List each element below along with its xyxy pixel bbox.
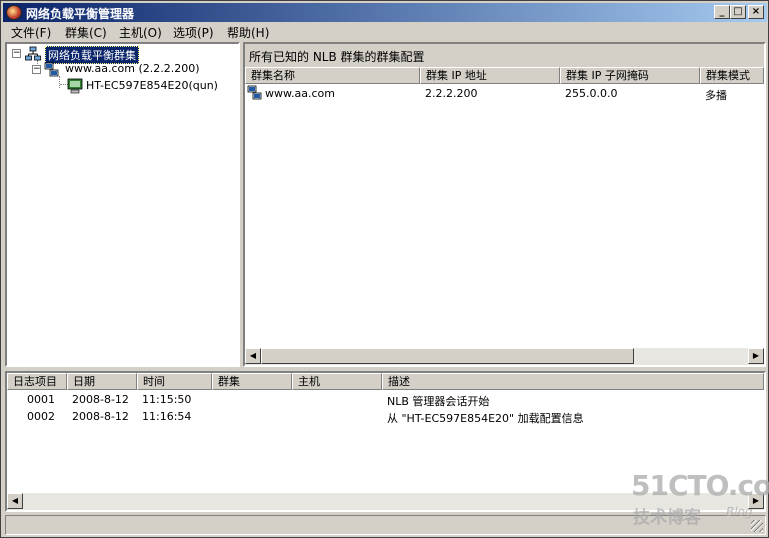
menu-options[interactable]: 选项(P) bbox=[173, 24, 214, 41]
title-bar[interactable]: 网络负载平衡管理器 _ □ × bbox=[3, 3, 767, 22]
window-title: 网络负载平衡管理器 bbox=[26, 7, 135, 21]
table-row[interactable]: www.aa.com 2.2.2.200 255.0.0.0 多播 bbox=[245, 85, 764, 102]
log-cell-description: 从 "HT-EC597E854E20" 加载配置信息 bbox=[387, 412, 584, 425]
watermark-blog: Blog bbox=[726, 505, 753, 519]
watermark-logo: 51CTO.com bbox=[631, 469, 769, 502]
watermark-subtitle: 技术博客 bbox=[633, 508, 701, 528]
close-button[interactable]: × bbox=[748, 5, 764, 19]
log-cell-id: 0002 bbox=[27, 410, 55, 423]
menu-bar: 文件(F) 群集(C) 主机(O) 选项(P) 帮助(H) bbox=[3, 23, 767, 41]
nlb-network-icon bbox=[25, 46, 41, 61]
cell-cluster-mode: 多播 bbox=[705, 89, 727, 102]
menu-file[interactable]: 文件(F) bbox=[11, 24, 51, 41]
col-header-cluster-mode[interactable]: 群集模式 bbox=[700, 67, 764, 84]
col-header-cluster-ip[interactable]: 群集 IP 地址 bbox=[420, 67, 560, 84]
scroll-left-button[interactable]: ◀ bbox=[7, 493, 23, 509]
log-cell-time: 11:16:54 bbox=[142, 410, 192, 423]
col-header-cluster-mask[interactable]: 群集 IP 子网掩码 bbox=[560, 67, 700, 84]
log-col-header-host[interactable]: 主机 bbox=[292, 373, 382, 390]
log-row[interactable]: 0001 2008-8-12 11:15:50 NLB 管理器会话开始 bbox=[7, 391, 764, 408]
nlb-app-icon[interactable] bbox=[6, 5, 22, 20]
log-cell-description: NLB 管理器会话开始 bbox=[387, 395, 490, 408]
menu-help[interactable]: 帮助(H) bbox=[227, 24, 269, 41]
root-collapse-toggle[interactable]: − bbox=[12, 49, 21, 58]
log-col-header-id[interactable]: 日志项目 bbox=[7, 373, 67, 390]
log-row[interactable]: 0002 2008-8-12 11:16:54 从 "HT-EC597E854E… bbox=[7, 408, 764, 425]
cluster-icon bbox=[247, 85, 262, 100]
cluster-list-hscrollbar[interactable]: ◀ ▶ bbox=[245, 348, 764, 365]
log-col-header-description[interactable]: 描述 bbox=[382, 373, 764, 390]
scroll-thumb[interactable] bbox=[261, 348, 634, 364]
minimize-button[interactable]: _ bbox=[714, 5, 730, 19]
cluster-collapse-toggle[interactable]: − bbox=[32, 65, 41, 74]
maximize-button[interactable]: □ bbox=[730, 5, 746, 19]
menu-cluster[interactable]: 群集(C) bbox=[65, 24, 107, 41]
scroll-right-button[interactable]: ▶ bbox=[748, 348, 764, 364]
menu-host[interactable]: 主机(O) bbox=[119, 24, 162, 41]
log-cell-time: 11:15:50 bbox=[142, 393, 192, 406]
cell-cluster-ip: 2.2.2.200 bbox=[425, 87, 478, 100]
scroll-left-button[interactable]: ◀ bbox=[245, 348, 261, 364]
cluster-list-caption: 所有已知的 NLB 群集的群集配置 bbox=[245, 44, 764, 67]
log-cell-date: 2008-8-12 bbox=[72, 393, 129, 406]
log-col-header-date[interactable]: 日期 bbox=[67, 373, 137, 390]
log-col-header-time[interactable]: 时间 bbox=[137, 373, 212, 390]
cluster-tree[interactable]: − 网络负载平衡群集 − www.aa.com (2.2.2.200) HT-E… bbox=[5, 42, 240, 367]
cell-cluster-mask: 255.0.0.0 bbox=[565, 87, 618, 100]
watermark: 51CTO.com 技术博客 Blog bbox=[631, 469, 769, 531]
log-col-header-cluster[interactable]: 群集 bbox=[212, 373, 292, 390]
nlb-manager-window: 网络负载平衡管理器 _ □ × 文件(F) 群集(C) 主机(O) 选项(P) … bbox=[0, 0, 769, 538]
host-computer-icon bbox=[67, 78, 83, 94]
log-cell-date: 2008-8-12 bbox=[72, 410, 129, 423]
cell-cluster-name: www.aa.com bbox=[265, 87, 335, 100]
cluster-icon bbox=[44, 62, 59, 77]
tree-host-label[interactable]: HT-EC597E854E20(qun) bbox=[86, 79, 218, 92]
tree-cluster-label[interactable]: www.aa.com (2.2.2.200) bbox=[65, 62, 200, 75]
log-cell-id: 0001 bbox=[27, 393, 55, 406]
cluster-list-pane: 所有已知的 NLB 群集的群集配置 群集名称 群集 IP 地址 群集 IP 子网… bbox=[243, 42, 766, 367]
col-header-cluster-name[interactable]: 群集名称 bbox=[245, 67, 420, 84]
